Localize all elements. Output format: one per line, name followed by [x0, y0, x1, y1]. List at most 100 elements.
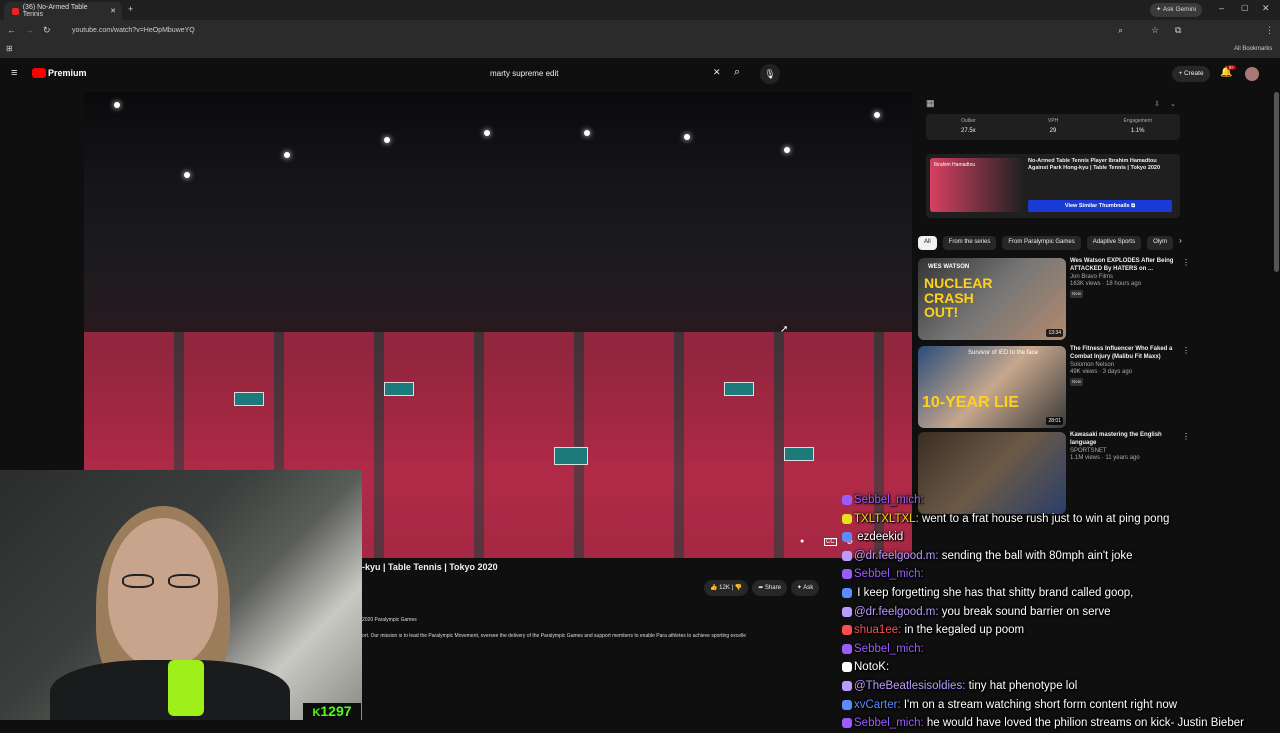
video-stats: 49K views · 3 days ago [1070, 369, 1133, 376]
stat-label: Engagement [1123, 118, 1152, 124]
view-similar-label: View Similar Thumbnails [1064, 203, 1130, 209]
chat-username[interactable]: Sebbel_mich: [854, 568, 924, 580]
chat-message: @dr.feelgood.m: you break sound barrier … [842, 603, 1280, 622]
chat-message: TXLTXLTXL: went to a frat house rush jus… [842, 510, 1280, 529]
chat-badge-icon [842, 680, 852, 691]
chat-text: went to a frat house rush just to win at… [918, 512, 1170, 525]
glasses-left [122, 574, 154, 588]
all-bookmarks-link[interactable]: All Bookmarks [1234, 46, 1272, 52]
glasses-right [168, 574, 200, 588]
chat-username[interactable]: Sebbel_mich: [854, 643, 924, 655]
share-button[interactable]: ➦ Share [752, 580, 787, 596]
video-description[interactable]: 2020 Paralympic Games ort. Our mission i… [362, 616, 852, 640]
channel-name[interactable]: Solomon Nelson [1070, 362, 1180, 370]
outlier-stats: Outlier 27.5x VPH 29 Engagement 1.1% [926, 114, 1180, 140]
back-icon[interactable]: ← [7, 25, 16, 35]
channel-name[interactable]: SPORTSNET [1070, 448, 1180, 456]
ask-button[interactable]: ✦ Ask [790, 580, 820, 596]
chat-message: Sebbel_mich: [842, 640, 1280, 659]
chat-username[interactable]: @dr.feelgood.m: [854, 606, 939, 618]
forward-icon[interactable]: → [25, 25, 34, 35]
browser-menu-icon[interactable]: ⋮ [1265, 25, 1274, 36]
reload-icon[interactable]: ↻ [43, 25, 51, 36]
apps-icon[interactable]: ⊞ [6, 44, 13, 53]
page-scrollbar[interactable] [1274, 92, 1279, 272]
extensions-icon[interactable]: ⧉ [1175, 25, 1181, 36]
chip-paralympic[interactable]: From Paralympic Games [1002, 236, 1081, 250]
video-thumbnail[interactable]: WES WATSON NUCLEAR CRASH OUT! 13:34 [918, 258, 1066, 340]
chat-username[interactable]: @TheBeatlesisoldies: [854, 680, 965, 692]
bookmark-star-icon[interactable]: ☆ [1151, 25, 1159, 36]
chevron-down-icon[interactable]: ⌄ [1170, 100, 1176, 108]
chip-all[interactable]: All [918, 236, 937, 250]
avatar[interactable] [1245, 67, 1259, 81]
video-meta: Wes Watson EXPLODES After Being ATTACKED… [1070, 258, 1180, 299]
create-button[interactable]: + Create [1172, 66, 1210, 82]
search-icon[interactable]: ⌕ [734, 66, 740, 79]
recommended-video[interactable]: Survivor of IED to the face 10-YEAR LIE … [918, 346, 1190, 428]
autoplay-toggle-icon[interactable]: ● [800, 538, 804, 545]
chat-username[interactable]: Sebbel_mich: [854, 717, 924, 729]
view-similar-thumbnails-button[interactable]: View Similar Thumbnails ⧉ [1028, 200, 1172, 212]
chip-olympics[interactable]: Olym [1147, 236, 1174, 250]
like-button[interactable]: 👍 12K | 👎 [704, 580, 749, 596]
chat-text: you break sound barrier on serve [938, 605, 1111, 618]
chat-text: tiny hat phenotype lol [965, 679, 1078, 692]
channel-name[interactable]: Jon Bravo Films [1070, 274, 1180, 282]
duration-badge: 13:34 [1046, 329, 1063, 337]
chat-text: ezdeekid [854, 531, 904, 544]
stat-vph: VPH 29 [1011, 114, 1096, 140]
chat-text: sending the ball with 80mph ain't joke [938, 549, 1133, 562]
chat-badge-icon [842, 606, 852, 617]
youtube-premium-logo[interactable]: Premium [48, 68, 87, 78]
video-title[interactable]: Kawasaki mastering the English language [1070, 432, 1180, 448]
video-actions: 👍 12K | 👎 ➦ Share ✦ Ask [704, 580, 844, 596]
ask-gemini-button[interactable]: ✦ Ask Gemini [1150, 3, 1202, 17]
clear-search-icon[interactable]: ✕ [713, 67, 721, 78]
chip-from-series[interactable]: From the series [942, 236, 997, 250]
close-tab-icon[interactable]: ✕ [110, 7, 116, 15]
youtube-logo-icon[interactable] [32, 68, 46, 78]
chip-adaptive[interactable]: Adaptive Sports [1086, 236, 1142, 250]
chat-username[interactable]: @dr.feelgood.m: [854, 550, 939, 562]
hamburger-menu-icon[interactable]: ≡ [11, 67, 17, 79]
url-field[interactable]: youtube.com/watch?v=HeOpMbuweYQ [62, 24, 1122, 38]
chat-badge-icon [842, 532, 852, 543]
new-badge: New [1070, 290, 1084, 299]
more-options-icon[interactable]: ⋮ [1182, 432, 1190, 441]
video-title[interactable]: The Fitness Influencer Who Faked a Comba… [1070, 346, 1180, 362]
thumbnail-preview[interactable]: Ibrahim Hamadtou [930, 158, 1022, 212]
browser-tab[interactable]: (36) No-Armed Table Tennis ✕ [4, 2, 122, 20]
recommended-video[interactable]: WES WATSON NUCLEAR CRASH OUT! 13:34 Wes … [918, 258, 1190, 340]
new-tab-icon[interactable]: + [128, 4, 133, 14]
more-options-icon[interactable]: ⋮ [1182, 346, 1190, 355]
video-stats: 163K views · 18 hours ago [1070, 281, 1142, 288]
like-count: 12K [719, 585, 730, 591]
minimize-icon[interactable]: – [1219, 3, 1224, 13]
video-title[interactable]: Wes Watson EXPLODES After Being ATTACKED… [1070, 258, 1180, 274]
chat-username[interactable]: shua1ee: [854, 624, 901, 636]
similar-thumbnail-card: Ibrahim Hamadtou No-Armed Table Tennis P… [926, 154, 1180, 218]
voice-search-icon[interactable]: 🎙 [760, 64, 780, 84]
video-thumbnail[interactable]: Survivor of IED to the face 10-YEAR LIE … [918, 346, 1066, 428]
ping-pong-table [554, 447, 588, 465]
streamer-webcam [0, 470, 362, 720]
download-icon[interactable]: ⇩ [1154, 100, 1160, 108]
maximize-icon[interactable]: ▢ [1241, 3, 1249, 12]
new-badge: New [1070, 378, 1084, 387]
chat-username[interactable]: xvCarter: [854, 699, 901, 711]
arena-light [584, 130, 590, 136]
chat-badge-icon [842, 699, 852, 710]
window-close-icon[interactable]: ✕ [1262, 3, 1270, 14]
more-options-icon[interactable]: ⋮ [1182, 258, 1190, 267]
chips-next-icon[interactable]: › [1179, 236, 1182, 250]
chat-username[interactable]: TXLTXLTXL: [854, 513, 919, 525]
chat-text: I keep forgetting she has that shitty br… [854, 586, 1134, 599]
captions-icon[interactable]: CC [824, 538, 837, 546]
zoom-icon[interactable]: ⌕ [1118, 25, 1123, 36]
stat-outlier: Outlier 27.5x [926, 114, 1011, 140]
vidiq-logo-icon: ▦ [926, 98, 935, 108]
chat-username[interactable]: Sebbel_mich: [854, 494, 924, 506]
chat-username[interactable]: NotoK: [854, 661, 889, 673]
description-text: ort. Our mission is to lead the Paralymp… [362, 633, 747, 639]
